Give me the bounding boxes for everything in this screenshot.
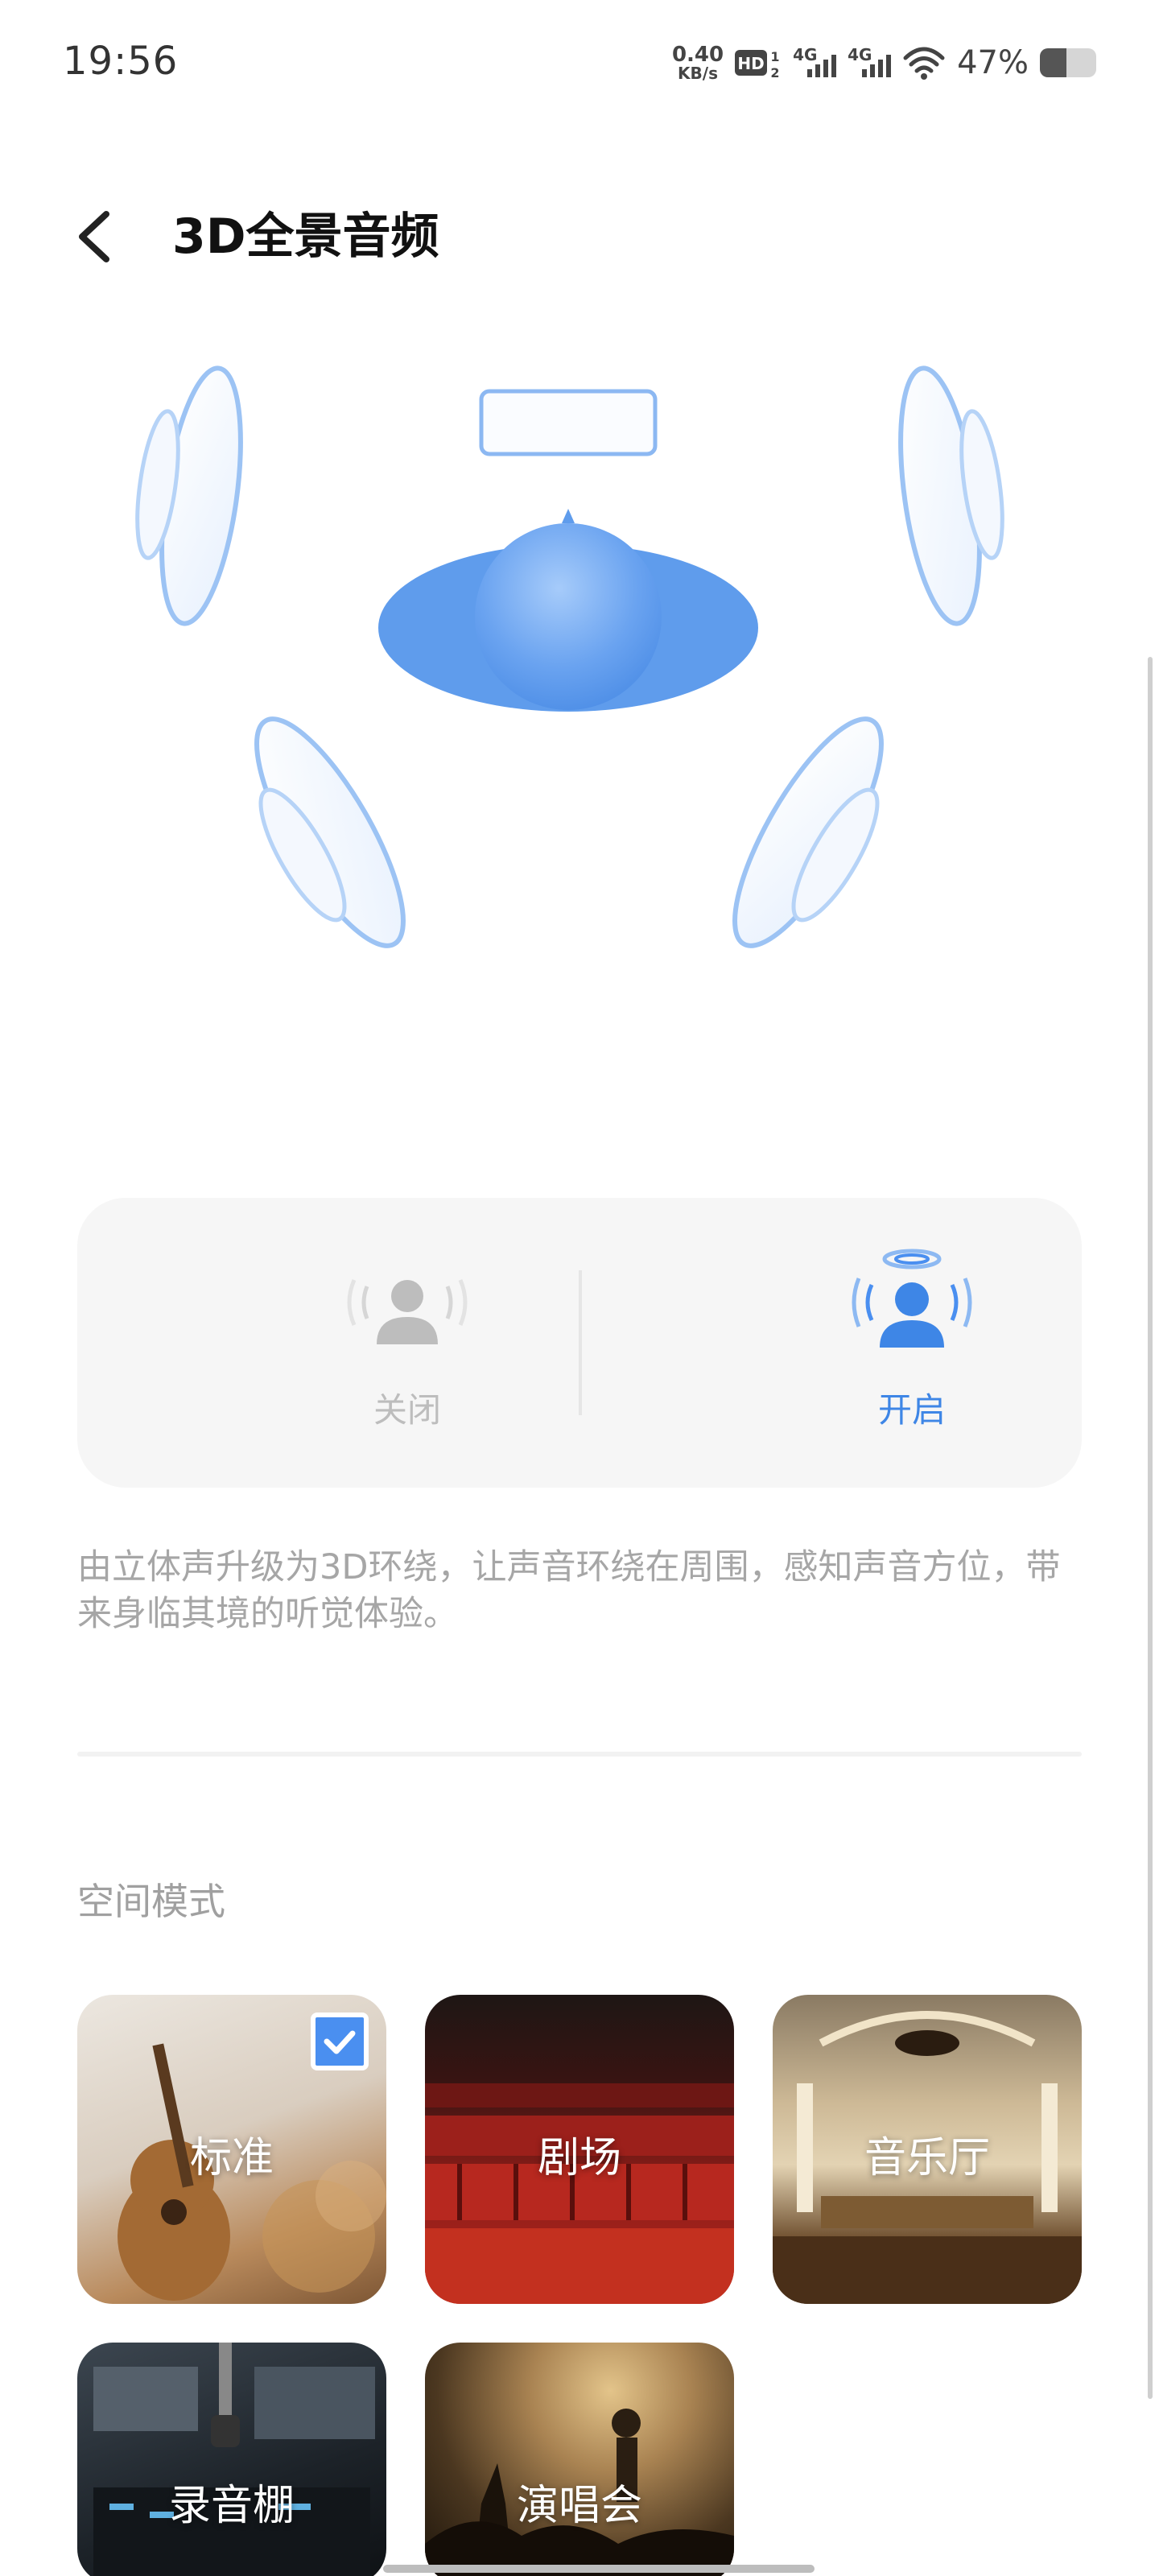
- network-speed: 0.40 KB/s: [672, 44, 724, 81]
- spatial-audio-illustration: [113, 354, 1046, 998]
- surround-off-icon: [343, 1246, 472, 1359]
- signal-sim2-icon: 4G: [848, 45, 892, 80]
- front-left-speaker: [135, 365, 243, 626]
- page-title: 3D全景音频: [172, 208, 439, 265]
- studio-mode-image: [77, 2343, 386, 2576]
- section-divider: [77, 1752, 1082, 1757]
- back-arrow-icon: [79, 211, 109, 262]
- rear-left-speaker: [254, 716, 406, 948]
- rear-right-speaker: [732, 716, 884, 948]
- network-speed-value: 0.40: [671, 43, 724, 67]
- selected-checkbox: [311, 2013, 369, 2070]
- svg-text:1: 1: [771, 49, 780, 64]
- scrollbar[interactable]: [1148, 657, 1153, 2399]
- surround-on-icon: [848, 1246, 976, 1359]
- toggle-divider: [579, 1270, 582, 1415]
- mode-tile-standard[interactable]: 标准: [77, 1995, 386, 2304]
- mode-label-live-concert: 演唱会: [516, 2482, 642, 2530]
- battery-fill: [1040, 48, 1066, 77]
- wifi-icon: [902, 45, 946, 80]
- status-time: 19:56: [63, 39, 179, 84]
- front-right-speaker: [898, 365, 1004, 626]
- back-button[interactable]: [71, 206, 119, 267]
- live-concert-mode-image: [425, 2343, 734, 2576]
- toggle-on-option[interactable]: 开启: [791, 1246, 1033, 1447]
- mode-tile-concert-hall[interactable]: 音乐厅: [773, 1995, 1082, 2304]
- toggle-off-option[interactable]: 关闭: [287, 1246, 528, 1447]
- mode-tile-theater[interactable]: 剧场: [425, 1995, 734, 2304]
- hd-voice-icon: HD 1 2: [735, 47, 782, 80]
- svg-text:2: 2: [771, 65, 780, 79]
- mode-label-theater: 剧场: [537, 2134, 621, 2182]
- concert-crowd-image: [425, 2409, 734, 2576]
- mode-tile-studio[interactable]: 录音棚: [77, 2343, 386, 2576]
- surround-toggle-card: 关闭 开启: [77, 1198, 1082, 1488]
- mode-tile-live-concert[interactable]: 演唱会: [425, 2343, 734, 2576]
- status-indicators: 0.40 KB/s HD 1 2 4G 4G 47%: [672, 40, 1096, 85]
- recording-studio-image: [93, 2343, 375, 2576]
- battery-percent: 47%: [957, 44, 1029, 81]
- svg-text:HD: HD: [737, 54, 764, 73]
- mode-label-studio: 录音棚: [168, 2482, 295, 2530]
- toggle-off-label: 关闭: [373, 1390, 441, 1430]
- home-indicator[interactable]: [383, 2565, 815, 2573]
- toggle-on-label: 开启: [877, 1390, 946, 1430]
- status-bar: 19:56 0.40 KB/s HD 1 2 4G 4G 47%: [0, 0, 1159, 121]
- battery-icon: [1040, 48, 1096, 77]
- network-speed-unit: KB/s: [678, 64, 718, 83]
- front-center-speaker: [479, 389, 658, 456]
- signal-sim1-icon: 4G: [793, 45, 837, 80]
- mode-label-concert-hall: 音乐厅: [864, 2134, 990, 2182]
- spatial-mode-section-title: 空间模式: [77, 1880, 225, 1923]
- mode-label-standard: 标准: [189, 2134, 274, 2182]
- checkmark-icon: [324, 2030, 356, 2054]
- listener-head-icon: [378, 509, 758, 712]
- feature-description: 由立体声升级为3D环绕，让声音环绕在周围，感知声音方位，带来身临其境的听觉体验。: [77, 1547, 1061, 1634]
